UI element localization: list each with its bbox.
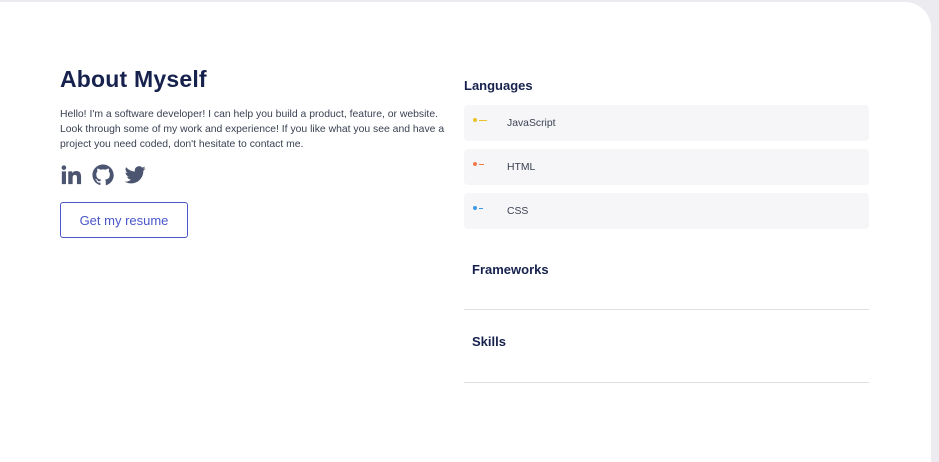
- linkedin-icon[interactable]: [60, 164, 82, 186]
- css-icon: [473, 206, 483, 210]
- language-name: JavaScript: [507, 117, 556, 129]
- about-bio: Hello! I'm a software developer! I can h…: [60, 109, 445, 150]
- about-section: About Myself Hello! I'm a software devel…: [60, 66, 460, 238]
- frameworks-section[interactable]: Frameworks: [464, 237, 869, 310]
- skills-title: Skills: [472, 334, 506, 349]
- about-card: About Myself Hello! I'm a software devel…: [0, 2, 931, 462]
- twitter-icon[interactable]: [124, 164, 146, 186]
- social-links: [60, 162, 460, 188]
- languages-list: JavaScript HTML CSS: [464, 105, 869, 229]
- about-heading: About Myself: [60, 66, 207, 92]
- skills-section[interactable]: Skills: [464, 310, 869, 383]
- languages-title: Languages: [464, 78, 533, 93]
- github-icon[interactable]: [92, 164, 114, 186]
- language-item-javascript[interactable]: JavaScript: [464, 105, 869, 141]
- skills-panel: Languages JavaScript HTML CSS Frameworks…: [464, 78, 869, 383]
- javascript-icon: [473, 118, 487, 122]
- language-name: CSS: [507, 205, 529, 217]
- html-icon: [473, 162, 484, 166]
- language-item-html[interactable]: HTML: [464, 149, 869, 185]
- language-item-css[interactable]: CSS: [464, 193, 869, 229]
- language-name: HTML: [507, 161, 536, 173]
- frameworks-title: Frameworks: [472, 262, 549, 277]
- get-resume-button[interactable]: Get my resume: [60, 202, 188, 238]
